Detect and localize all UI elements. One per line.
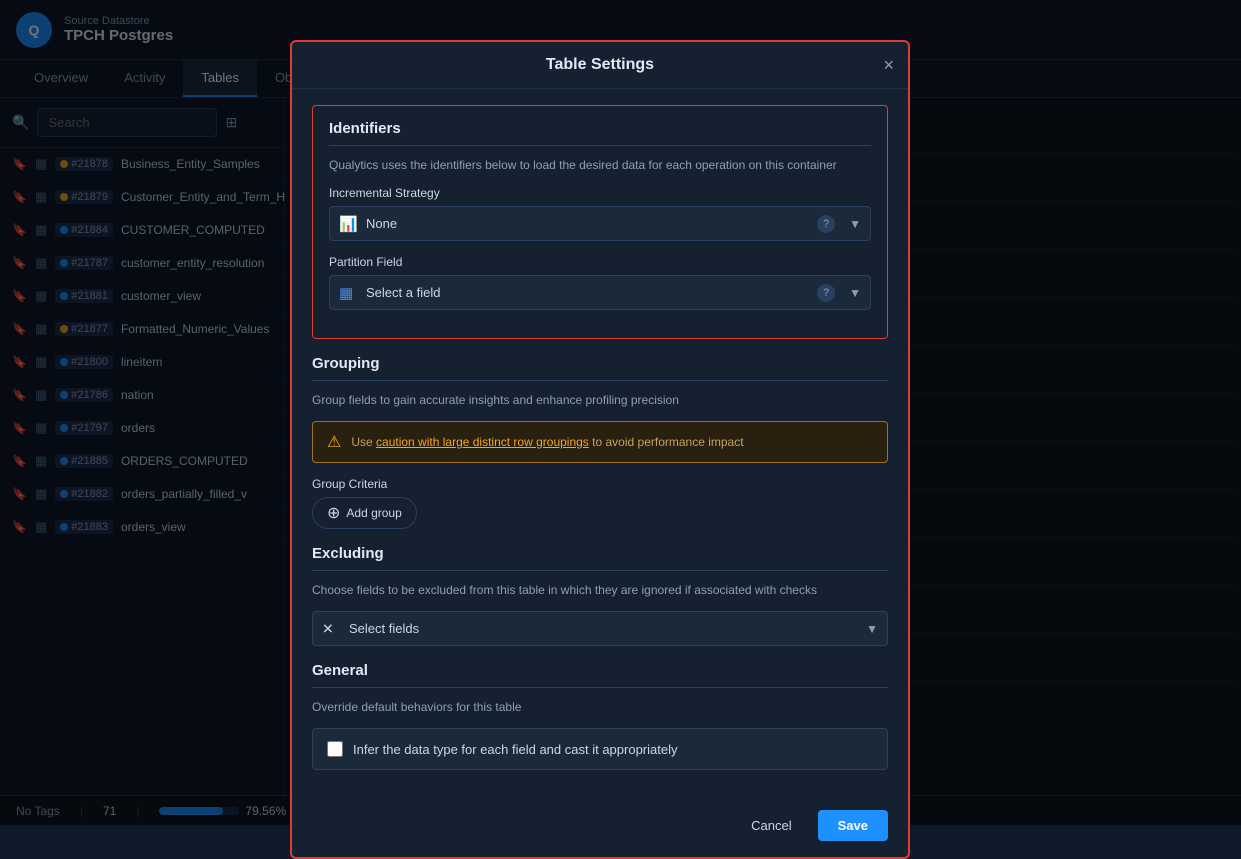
excluding-section: Excluding Choose fields to be excluded f…: [312, 545, 888, 646]
grouping-desc: Group fields to gain accurate insights a…: [312, 393, 888, 407]
excluding-select[interactable]: Select fields: [312, 611, 888, 646]
incremental-select-wrap: 📊 None ? ▼: [329, 206, 871, 241]
excluding-icon: ✕: [322, 620, 334, 637]
warning-text: Use caution with large distinct row grou…: [351, 435, 743, 449]
infer-datatype-row: Infer the data type for each field and c…: [312, 728, 888, 770]
grouping-title: Grouping: [312, 355, 888, 372]
modal-close-button[interactable]: ×: [883, 56, 894, 74]
modal-body: Identifiers Qualytics uses the identifie…: [292, 89, 908, 802]
modal-title: Table Settings: [546, 56, 654, 74]
warning-icon: ⚠: [327, 432, 341, 452]
cancel-button[interactable]: Cancel: [735, 810, 807, 841]
warning-box: ⚠ Use caution with large distinct row gr…: [312, 421, 888, 463]
general-title: General: [312, 662, 888, 679]
grouping-divider: [312, 380, 888, 381]
add-group-button[interactable]: ⊕ Add group: [312, 497, 417, 529]
excluding-select-wrap: ✕ Select fields ▼: [312, 611, 888, 646]
incremental-label: Incremental Strategy: [329, 186, 871, 200]
excluding-divider: [312, 570, 888, 571]
partition-icon: ▦: [339, 284, 353, 302]
table-settings-modal: Table Settings × Identifiers Qualytics u…: [290, 40, 910, 859]
excluding-title: Excluding: [312, 545, 888, 562]
identifiers-desc: Qualytics uses the identifiers below to …: [329, 158, 871, 172]
grouping-section: Grouping Group fields to gain accurate i…: [312, 355, 888, 529]
warning-link[interactable]: caution with large distinct row grouping…: [376, 435, 589, 449]
partition-help-icon[interactable]: ?: [817, 284, 835, 302]
partition-select-wrap: ▦ Select a field ? ▼: [329, 275, 871, 310]
modal-footer: Cancel Save: [292, 810, 908, 841]
general-section: General Override default behaviors for t…: [312, 662, 888, 770]
plus-icon: ⊕: [327, 503, 340, 523]
bar-chart-icon: 📊: [339, 215, 358, 233]
save-button[interactable]: Save: [818, 810, 888, 841]
partition-label: Partition Field: [329, 255, 871, 269]
incremental-select[interactable]: None: [329, 206, 871, 241]
partition-select[interactable]: Select a field: [329, 275, 871, 310]
identifiers-section: Identifiers Qualytics uses the identifie…: [312, 105, 888, 339]
general-desc: Override default behaviors for this tabl…: [312, 700, 888, 714]
identifiers-title: Identifiers: [329, 120, 871, 137]
infer-datatype-checkbox[interactable]: [327, 741, 343, 757]
identifiers-divider: [329, 145, 871, 146]
group-criteria-label: Group Criteria: [312, 477, 888, 491]
incremental-help-icon[interactable]: ?: [817, 215, 835, 233]
excluding-desc: Choose fields to be excluded from this t…: [312, 583, 888, 597]
infer-datatype-label: Infer the data type for each field and c…: [353, 742, 677, 757]
general-divider: [312, 687, 888, 688]
modal-header: Table Settings ×: [292, 42, 908, 89]
